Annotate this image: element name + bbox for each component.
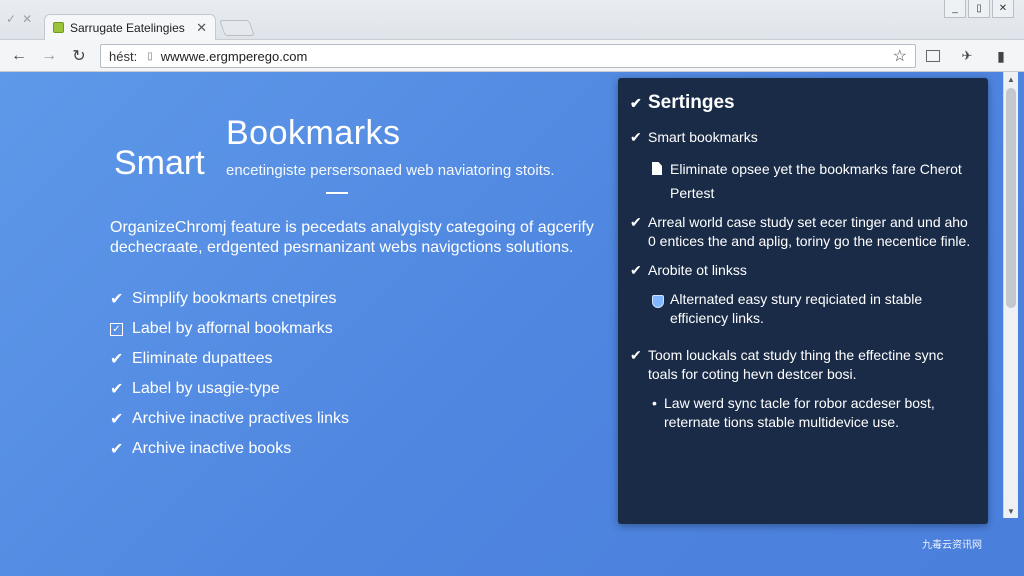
toolbar: ← → ↻ hést: ▯ wwwwe.ergmperego.com ☆ ✈ ▮: [0, 40, 1024, 72]
new-tab-button[interactable]: [219, 20, 255, 36]
tab-title: Sarrugate Eatelingies: [70, 20, 185, 35]
feature-label: Archive inactive practives links: [132, 410, 349, 427]
settings-panel-title: ✔ Sertinges: [630, 92, 976, 114]
minimize-button[interactable]: _: [944, 0, 966, 18]
feature-label: Eliminate dupattees: [132, 350, 273, 367]
reload-icon[interactable]: ↻: [68, 46, 90, 66]
settings-item-text: Toom louckals cat study thing the effect…: [648, 347, 944, 382]
settings-item-text: Smart bookmarks: [648, 129, 758, 145]
settings-item[interactable]: ✔ Toom louckals cat study thing the effe…: [630, 346, 976, 384]
list-item: ✔ Label by usagie-type: [110, 374, 349, 404]
settings-item[interactable]: ✔ Smart bookmarks: [630, 128, 976, 147]
scroll-down-icon[interactable]: ▼: [1004, 504, 1018, 518]
tab-close-icon[interactable]: ✕: [196, 20, 207, 36]
favicon-icon: [53, 22, 64, 33]
feature-label: Simplify bookmarts cnetpires: [132, 290, 337, 307]
check-icon: ✔: [630, 214, 642, 230]
settings-item-text: Arobite ot linkss: [648, 262, 747, 278]
watermark: 九毒云资讯网: [922, 540, 982, 551]
check-icon: ✔: [630, 129, 642, 145]
checkbox-icon: ✓: [110, 322, 123, 336]
feature-label: Archive inactive books: [132, 440, 292, 457]
check-icon: ✔: [630, 262, 642, 278]
page-info-icon[interactable]: ▯: [147, 51, 153, 62]
maximize-button[interactable]: ▯: [968, 0, 990, 18]
check-icon: ✔: [110, 291, 124, 308]
address-bar[interactable]: hést: ▯ wwwwe.ergmperego.com ☆: [100, 44, 916, 68]
feature-list: ✔ Simplify bookmarts cnetpires ✓ Label b…: [110, 284, 349, 464]
settings-panel: ✔ Sertinges ✔ Smart bookmarks Eliminate …: [618, 78, 988, 524]
list-item: ✔ Archive inactive practives links: [110, 404, 349, 434]
settings-item-text: Arreal world case study set ecer tinger …: [648, 214, 971, 249]
hero-subtitle: encetingiste persersonaed web naviatorin…: [226, 162, 555, 179]
list-item: ✔ Eliminate dupattees: [110, 344, 349, 374]
check-icon: ✔: [110, 351, 124, 368]
hero-divider: [326, 192, 348, 194]
scroll-up-icon[interactable]: ▲: [1004, 72, 1018, 86]
url-scheme: hést:: [109, 48, 138, 64]
tab-strip: ✓ ✕ Sarrugate Eatelingies ✕ _ ▯ ✕: [0, 0, 1024, 40]
tab-nav-mini: ✓ ✕: [6, 12, 42, 28]
url-text: wwwwe.ergmperego.com: [160, 48, 308, 64]
window-controls: _ ▯ ✕: [944, 0, 1014, 18]
settings-item-text: Eliminate opsee yet the bookmarks fare C…: [670, 161, 962, 201]
scroll-thumb[interactable]: [1006, 88, 1016, 308]
settings-subitem[interactable]: Eliminate opsee yet the bookmarks fare C…: [630, 157, 976, 205]
list-item: ✓ Label by affornal bookmarks: [110, 314, 349, 344]
bullet-icon: •: [652, 395, 657, 411]
check-icon: ✔: [110, 381, 124, 398]
active-tab[interactable]: Sarrugate Eatelingies ✕: [44, 14, 216, 40]
check-icon: ✔: [630, 94, 642, 111]
settings-item[interactable]: ✔ Arobite ot linkss: [630, 261, 976, 280]
shield-icon: [652, 290, 670, 328]
hero-title-smart: Smart: [114, 144, 205, 182]
extension-icon[interactable]: [926, 50, 940, 62]
list-item: ✔ Archive inactive books: [110, 434, 349, 464]
close-icon[interactable]: ✕: [22, 12, 32, 28]
settings-item-text: Law werd sync tacle for robor acdeser bo…: [664, 395, 935, 430]
feature-label: Label by affornal bookmarks: [132, 320, 333, 337]
forward-arrow-icon[interactable]: →: [38, 46, 60, 66]
close-window-button[interactable]: ✕: [992, 0, 1014, 18]
list-item: ✔ Simplify bookmarts cnetpires: [110, 284, 349, 314]
check-icon: ✔: [110, 411, 124, 428]
settings-item-text: Alternated easy stury reqiciated in stab…: [670, 291, 923, 326]
hero-description: OrganizeChromj feature is pecedats analy…: [110, 219, 594, 256]
check-icon: ✓: [6, 12, 17, 26]
check-icon: ✔: [630, 347, 642, 363]
bookmark-star-icon[interactable]: ☆: [893, 46, 907, 66]
feature-label: Label by usagie-type: [132, 380, 280, 397]
check-icon: ✔: [110, 441, 124, 458]
document-icon: [652, 157, 670, 205]
menu-icon[interactable]: ▮: [990, 46, 1012, 66]
runner-icon[interactable]: ✈: [956, 46, 978, 66]
settings-item[interactable]: ✔ Arreal world case study set ecer tinge…: [630, 213, 976, 251]
vertical-scrollbar[interactable]: ▲ ▼: [1003, 72, 1018, 518]
back-arrow-icon[interactable]: ←: [8, 46, 30, 66]
settings-title-text: Sertinges: [648, 92, 735, 113]
hero-title-bookmarks: Bookmarks: [226, 114, 401, 152]
settings-subitem[interactable]: Alternated easy stury reqiciated in stab…: [630, 290, 976, 328]
settings-subitem[interactable]: • Law werd sync tacle for robor acdeser …: [630, 394, 976, 432]
